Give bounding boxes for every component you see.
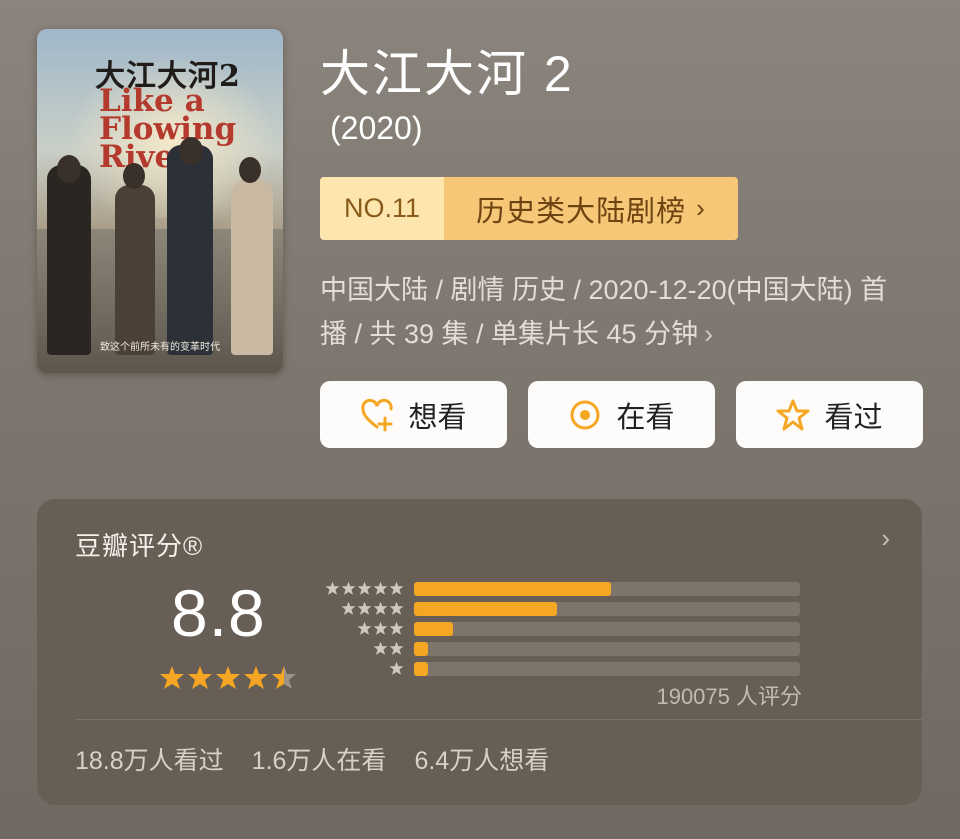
watching-target-icon [570,400,600,429]
poster-figure [167,145,213,355]
star-outline-icon [776,399,810,430]
distribution-row-1-star [316,659,800,679]
meta-line-1: 中国大陆 / 剧情 历史 / 2020-12-20(中国大陆) 首 [320,275,888,305]
rating-star-icon [244,666,268,689]
meta-line-2: 播 / 共 39 集 / 单集片长 45 分钟 › [320,319,714,349]
distribution-bar-fill [414,602,557,616]
meta-info[interactable]: 中国大陆 / 剧情 历史 / 2020-12-20(中国大陆) 首 播 / 共 … [320,268,940,356]
watched-label: 看过 [824,401,883,434]
divider [75,719,922,720]
mini-star-icon [341,601,356,615]
watching-button[interactable]: 在看 [528,381,715,448]
poster-figure [47,165,91,355]
rating-panel[interactable]: 豆瓣评分® › 8.8 190075 人评分 18.8万人看过 1.6万人在看 … [37,499,922,805]
stat-want: 6.4万人想看 [414,747,550,775]
chevron-right-icon[interactable]: › [881,523,890,554]
page-title: 大江大河 2 [320,46,574,102]
poster-figure [231,180,273,355]
mini-star-icon [389,601,404,615]
stat-watched: 18.8万人看过 [75,747,224,775]
mini-star-icon [389,621,404,635]
mini-stars [357,621,404,636]
rating-stars [159,665,297,691]
chevron-right-icon: › [696,193,706,223]
distribution-bar-fill [414,662,428,676]
mini-star-icon [389,641,404,655]
distribution-bar-fill [414,622,453,636]
distribution-bar-track [414,642,800,656]
watch-stats: 18.8万人看过 1.6万人在看 6.4万人想看 [75,741,549,777]
poster-figure-head [239,157,261,183]
mini-star-icon [357,621,372,635]
distribution-bar-fill [414,582,611,596]
rating-count: 190075 人评分 [656,684,802,709]
mini-star-icon [389,581,404,595]
heart-plus-icon [361,398,394,431]
rating-star-icon [160,666,184,689]
distribution-bar-track [414,582,800,596]
poster-figure-head [179,137,203,165]
rating-star-icon [272,666,296,689]
distribution-row-3-star [316,619,800,639]
want-to-watch-button[interactable]: 想看 [320,381,507,448]
mini-star-icon [357,581,372,595]
mini-star-icon [373,581,388,595]
mini-star-icon [389,661,404,675]
distribution-row-5-star [316,579,800,599]
distribution-row-2-star [316,639,800,659]
mini-star-icon [373,641,388,655]
watching-label: 在看 [616,401,675,434]
mini-star-icon [341,581,356,595]
watched-button[interactable]: 看过 [736,381,923,448]
poster-image[interactable]: 大江大河2 Like a Flowing River 致这个前所未有的变革时代 [37,29,283,373]
rank-category: 历史类大陆剧榜 › [444,177,738,240]
mini-stars [341,601,404,616]
rank-category-label: 历史类大陆剧榜 [476,195,687,228]
stat-watching: 1.6万人在看 [251,747,387,775]
rank-badge[interactable]: NO.11 历史类大陆剧榜 › [320,177,738,240]
chevron-right-icon: › [704,319,714,349]
mini-star-icon [373,621,388,635]
release-year: (2020) [330,110,423,146]
poster-figure [115,185,155,355]
mini-stars [373,641,404,656]
rank-number: NO.11 [320,177,444,240]
poster-figure-head [123,163,145,189]
mini-star-icon [373,601,388,615]
rating-source-label: 豆瓣评分® [75,531,204,561]
rating-star-icon [188,666,212,689]
poster-slogan: 致这个前所未有的变革时代 [100,342,220,353]
distribution-bar-fill [414,642,428,656]
distribution-bar-track [414,602,800,616]
mini-star-icon [357,601,372,615]
distribution-row-4-star [316,599,800,619]
distribution-bar-track [414,662,800,676]
mini-stars [389,661,404,676]
mini-star-icon [325,581,340,595]
want-to-watch-label: 想看 [408,401,467,434]
distribution-bar-track [414,622,800,636]
mini-stars [325,581,404,596]
rating-star-icon [216,666,240,689]
poster-figure-head [57,155,81,183]
rating-score: 8.8 [171,576,266,650]
